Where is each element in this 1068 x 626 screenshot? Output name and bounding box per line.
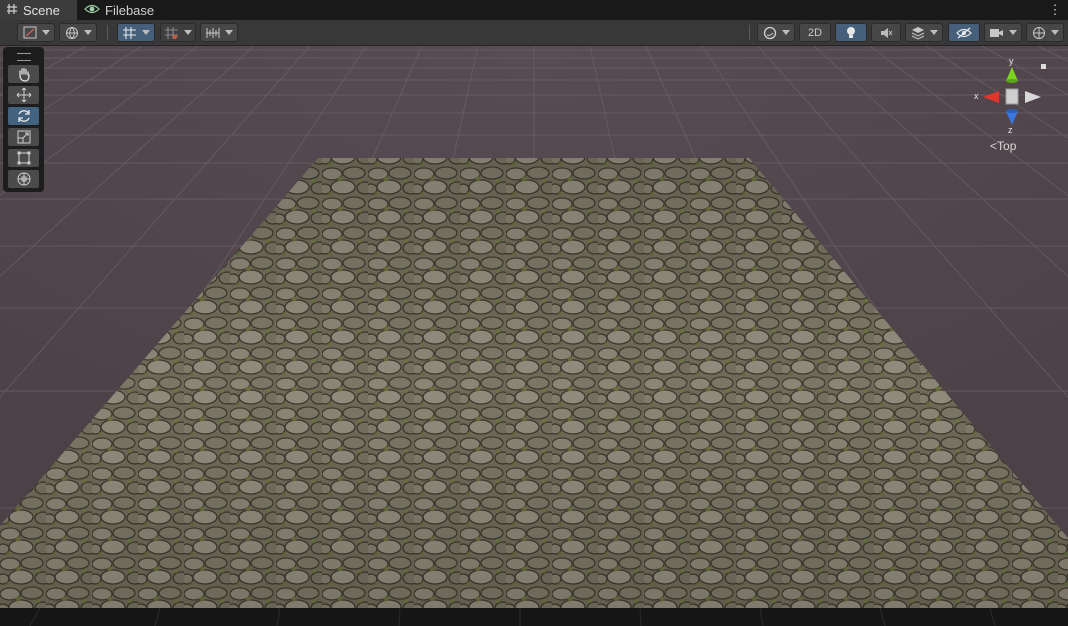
gizmo-x-axis[interactable] (983, 91, 999, 103)
view-name: Top (997, 139, 1017, 153)
transform-tool-icon[interactable] (8, 170, 39, 188)
chevron-down-icon (225, 30, 233, 35)
incremental-snap-toggle[interactable] (160, 23, 196, 42)
chevron-down-icon (83, 30, 92, 35)
scene-canvas[interactable] (0, 46, 1068, 626)
scene-visibility-toggle[interactable] (948, 23, 980, 42)
scene-viewport[interactable] (0, 46, 1068, 626)
chevron-down-icon (184, 30, 192, 35)
speaker-mute-icon (881, 27, 893, 38)
gizmo-center-cube[interactable] (1005, 88, 1019, 105)
lighting-toggle[interactable] (835, 23, 867, 42)
gizmo-z-axis[interactable] (1006, 111, 1018, 125)
chevron-down-icon (929, 30, 938, 35)
more-options-icon[interactable]: ⋮ (1048, 1, 1062, 19)
chevron-down-icon (41, 30, 50, 35)
align-bars-icon (206, 27, 220, 38)
snap-increment-icon (165, 26, 178, 39)
toolbar-separator (749, 25, 750, 40)
chevron-down-icon (1050, 30, 1059, 35)
view-prefix: < (990, 139, 998, 153)
gizmo-lock-icon (1041, 64, 1046, 69)
gizmo-globe-icon (1032, 26, 1045, 39)
chevron-down-icon (1009, 30, 1017, 35)
view-orientation-label[interactable]: <Top (990, 139, 1016, 153)
grid-snap-icon (123, 26, 136, 39)
tab-filebase-label: Filebase (105, 2, 155, 18)
rotate-tool-icon[interactable] (8, 107, 39, 125)
tab-scene-label: Scene (23, 2, 60, 18)
drag-handle-icon[interactable] (17, 53, 31, 61)
align-dropdown[interactable] (200, 23, 238, 42)
sphere-icon (763, 26, 776, 39)
camera-dropdown[interactable] (984, 23, 1022, 42)
scene-view-dropdown[interactable] (757, 23, 795, 42)
rect-tool-icon[interactable] (8, 149, 39, 167)
tab-bar: Scene Filebase ⋮ (0, 0, 1068, 20)
lightbulb-icon (847, 26, 855, 38)
gizmo-y-label: y (1009, 56, 1014, 66)
gizmo-z-label: z (1008, 125, 1013, 135)
gizmo-y-axis[interactable] (1006, 67, 1018, 81)
mode-2d-label: 2D (807, 26, 823, 39)
tab-filebase[interactable]: Filebase (82, 0, 154, 20)
move-tool-icon[interactable] (8, 86, 39, 104)
camera-icon (990, 28, 1003, 37)
tools-overlay (3, 47, 44, 192)
chevron-down-icon (142, 30, 150, 35)
eye-hidden-icon (956, 27, 972, 38)
effects-dropdown[interactable] (905, 23, 943, 42)
chevron-down-icon (781, 30, 790, 35)
render-mode-dropdown[interactable] (59, 23, 97, 42)
scene-toolbar: 2D (0, 20, 1068, 46)
globe-icon (65, 26, 78, 39)
layers-icon (911, 26, 924, 40)
grid-hash-icon (6, 3, 18, 18)
grid-snapping-toggle[interactable] (117, 23, 155, 42)
audio-toggle[interactable] (871, 23, 901, 42)
draw-mode-dropdown[interactable] (17, 23, 55, 42)
tab-scene[interactable]: Scene (0, 0, 77, 20)
shaded-draw-icon (23, 26, 36, 39)
scale-tool-icon[interactable] (8, 128, 39, 146)
gizmo-neg-x-axis[interactable] (1025, 91, 1041, 103)
toolbar-separator (107, 25, 108, 40)
hand-tool-icon[interactable] (8, 65, 39, 83)
gizmos-dropdown[interactable] (1026, 23, 1064, 42)
gizmo-x-label: x (974, 91, 979, 101)
mode-2d-button[interactable]: 2D (799, 23, 831, 42)
eye-icon (84, 3, 100, 18)
